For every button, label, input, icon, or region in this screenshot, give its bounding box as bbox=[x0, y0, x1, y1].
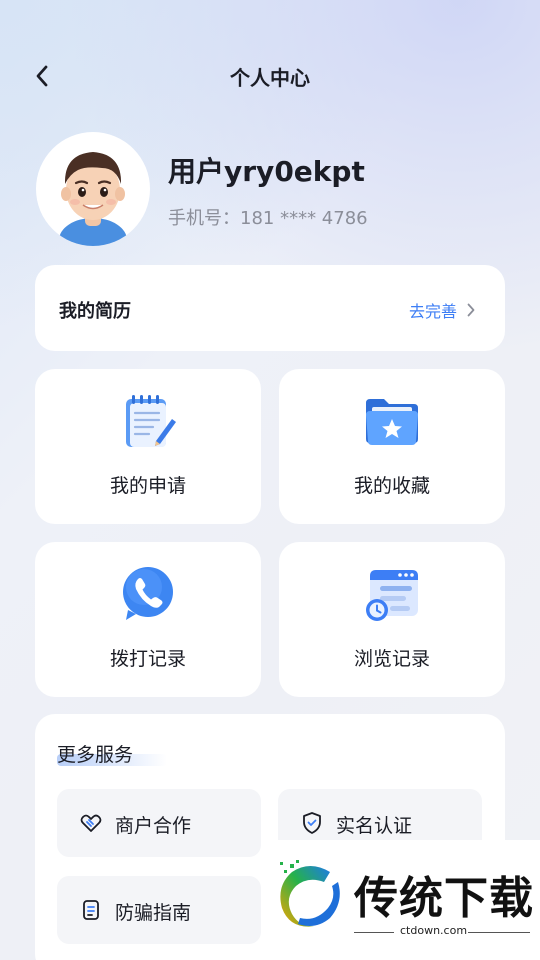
service-label: 商户合作 bbox=[115, 815, 192, 837]
more-services-title: 更多服务 bbox=[57, 744, 134, 766]
watermark-url: ctdown.com bbox=[400, 924, 468, 937]
service-anti-fraud-guide[interactable]: 防骗指南 bbox=[57, 876, 261, 944]
tile-label: 我的收藏 bbox=[353, 475, 430, 497]
tile-call-records[interactable]: 拨打记录 bbox=[35, 542, 261, 697]
watermark-divider bbox=[354, 932, 394, 933]
tile-label: 我的申请 bbox=[109, 475, 186, 497]
watermark-brand: 传统下载 bbox=[354, 873, 534, 924]
handshake-icon bbox=[80, 814, 102, 832]
notepad-icon bbox=[126, 395, 176, 447]
username: 用户yry0ekpt bbox=[168, 155, 365, 188]
tile-browse-history[interactable]: 浏览记录 bbox=[279, 542, 505, 697]
tile-label: 浏览记录 bbox=[353, 648, 430, 670]
avatar[interactable] bbox=[36, 132, 150, 246]
shield-check-icon bbox=[303, 812, 321, 834]
user-avatar-icon bbox=[59, 152, 127, 246]
tile-my-applications[interactable]: 我的申请 bbox=[35, 369, 261, 524]
watermark: 传统下载 ctdown.com bbox=[262, 840, 540, 960]
guide-doc-icon bbox=[83, 900, 99, 920]
service-label: 防骗指南 bbox=[115, 902, 192, 924]
resume-card[interactable]: 我的简历 去完善 bbox=[35, 265, 505, 351]
browser-history-icon bbox=[366, 570, 418, 621]
phone-call-icon bbox=[123, 567, 173, 620]
service-merchant-cooperation[interactable]: 商户合作 bbox=[57, 789, 261, 857]
profile-header: 用户yry0ekpt 手机号：181 **** 4786 bbox=[36, 132, 506, 250]
complete-resume-link[interactable]: 去完善 bbox=[409, 298, 475, 322]
tile-label: 拨打记录 bbox=[109, 648, 186, 670]
nav-bar: 个人中心 bbox=[0, 50, 540, 102]
star-folder-icon bbox=[366, 399, 418, 445]
resume-title: 我的简历 bbox=[59, 301, 131, 322]
page-title: 个人中心 bbox=[230, 66, 310, 90]
chevron-right-icon bbox=[467, 303, 475, 317]
service-label: 实名认证 bbox=[336, 815, 413, 837]
brand-logo-icon bbox=[280, 860, 340, 927]
phone-number: 手机号：181 **** 4786 bbox=[168, 208, 368, 229]
complete-resume-label: 去完善 bbox=[408, 302, 457, 321]
watermark-divider bbox=[468, 932, 530, 933]
tile-my-favorites[interactable]: 我的收藏 bbox=[279, 369, 505, 524]
